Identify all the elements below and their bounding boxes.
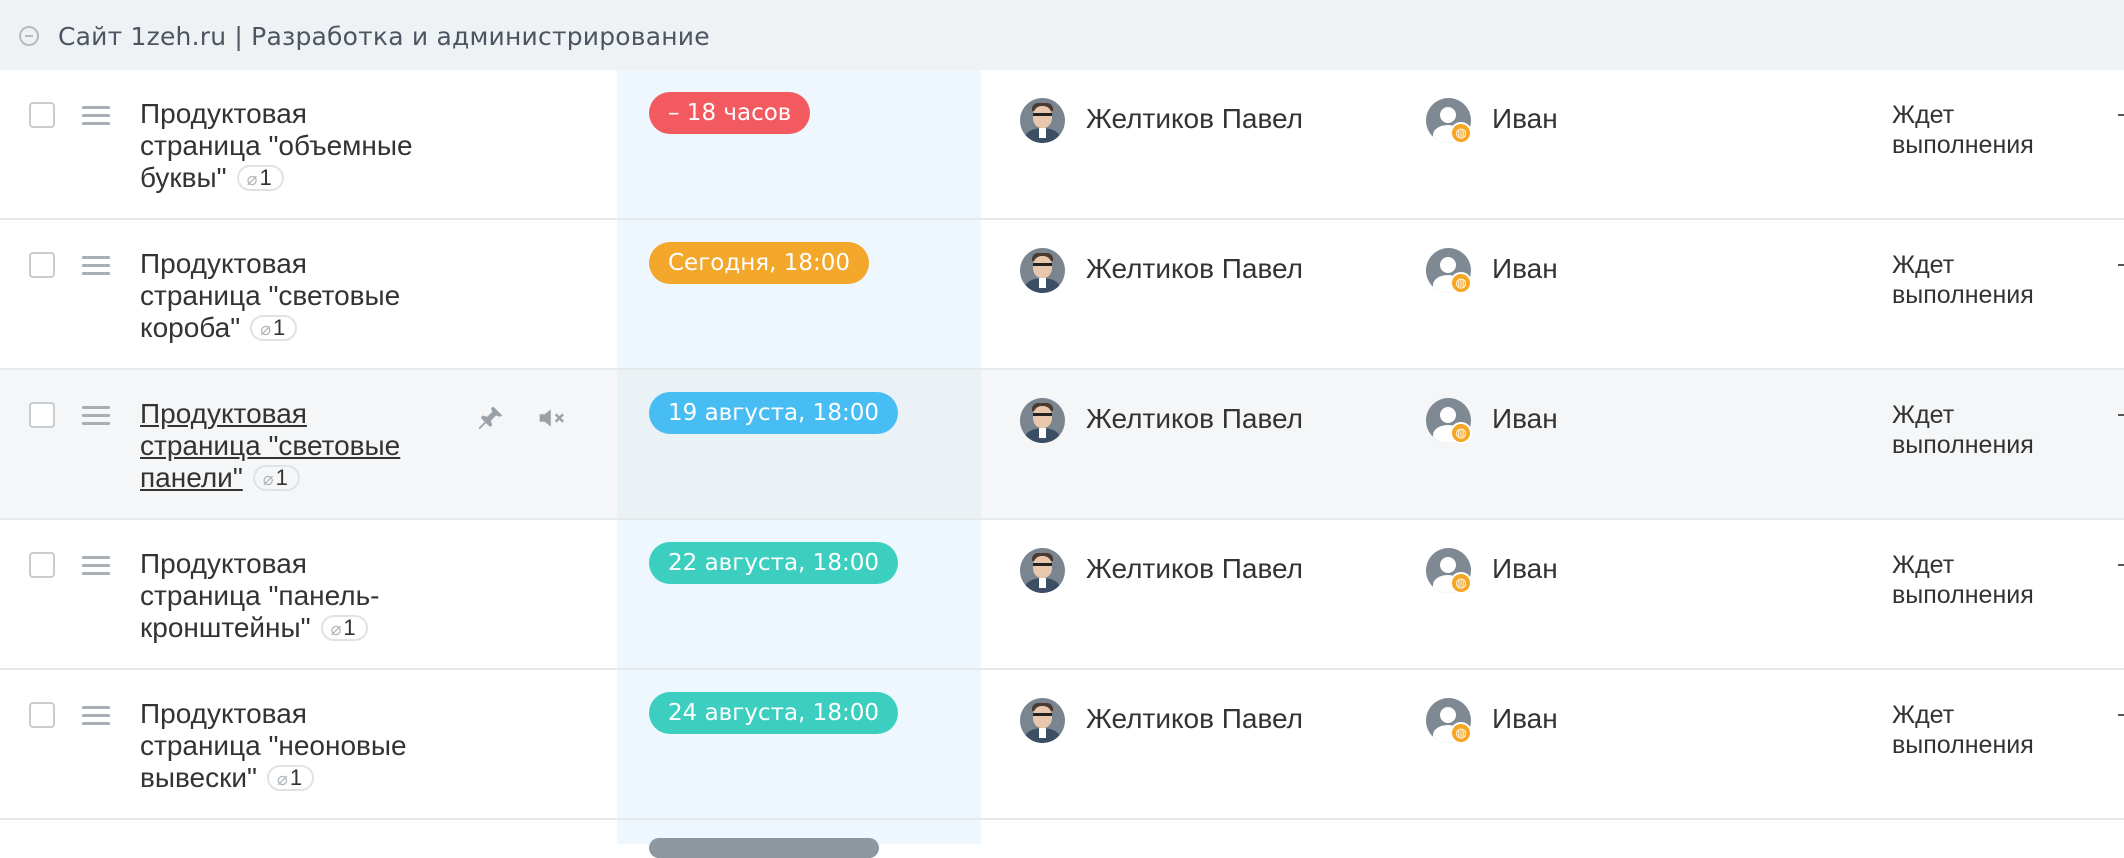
task-row[interactable]: Продуктовая страница "световые панели" ⌀1… bbox=[0, 370, 2124, 520]
deadline-badge-partial[interactable] bbox=[649, 838, 879, 858]
task-checkbox[interactable] bbox=[29, 402, 55, 428]
pin-icon[interactable] bbox=[476, 403, 506, 440]
attachment-counter[interactable]: ⌀1 bbox=[266, 765, 315, 791]
task-status: Ждет выполнения bbox=[1892, 701, 2034, 759]
task-checkbox[interactable] bbox=[29, 102, 55, 128]
paperclip-icon: ⌀ bbox=[276, 769, 288, 789]
paperclip-icon: ⌀ bbox=[330, 619, 342, 639]
edge-marker bbox=[2118, 564, 2124, 566]
task-title[interactable]: Продуктовая страница "световые панели" ⌀1 bbox=[140, 398, 420, 494]
drag-handle-icon[interactable] bbox=[82, 256, 110, 275]
task-checkbox[interactable] bbox=[29, 702, 55, 728]
task-title[interactable]: Продуктовая страница "панель-кронштейны"… bbox=[140, 548, 410, 644]
attachment-count: 1 bbox=[289, 765, 303, 790]
collapse-icon[interactable] bbox=[19, 26, 39, 46]
attachment-counter[interactable]: ⌀1 bbox=[236, 165, 284, 191]
task-status: Ждет выполнения bbox=[1892, 101, 2034, 159]
attachment-counter[interactable]: ⌀1 bbox=[252, 465, 300, 491]
attachment-count: 1 bbox=[275, 465, 288, 490]
group-header: Сайт 1zeh.ru | Разработка и администриро… bbox=[0, 0, 2124, 70]
edge-marker bbox=[2118, 414, 2124, 416]
task-status: Ждет выполнения bbox=[1892, 551, 2034, 609]
task-row[interactable]: Продуктовая страница "панель-кронштейны"… bbox=[0, 520, 2124, 670]
task-title[interactable]: Продуктовая страница "световые короба" ⌀1 bbox=[140, 248, 410, 344]
drag-handle-icon[interactable] bbox=[82, 706, 110, 725]
drag-handle-icon[interactable] bbox=[82, 406, 110, 425]
attachment-count: 1 bbox=[273, 315, 286, 340]
task-checkbox[interactable] bbox=[29, 252, 55, 278]
globe-icon: ◍ bbox=[1450, 122, 1472, 144]
assignee-name[interactable]: Желтиков Павел bbox=[1086, 403, 1303, 435]
assignee-name[interactable]: Желтиков Павел bbox=[1086, 703, 1303, 735]
creator-name[interactable]: Иван bbox=[1492, 253, 1558, 285]
assignee-avatar[interactable] bbox=[1020, 398, 1065, 443]
assignee-name[interactable]: Желтиков Павел bbox=[1086, 553, 1303, 585]
task-row[interactable]: Продуктовая страница "объемные буквы" ⌀1 … bbox=[0, 70, 2124, 220]
task-status: Ждет выполнения bbox=[1892, 251, 2034, 309]
paperclip-icon: ⌀ bbox=[246, 169, 258, 189]
assignee-name[interactable]: Желтиков Павел bbox=[1086, 103, 1303, 135]
creator-name[interactable]: Иван bbox=[1492, 703, 1558, 735]
drag-handle-icon[interactable] bbox=[82, 556, 110, 575]
deadline-badge[interactable]: – 18 часов bbox=[649, 92, 811, 134]
edge-marker bbox=[2118, 264, 2124, 266]
task-title[interactable]: Продуктовая страница "неоновые вывески" ⌀… bbox=[140, 698, 430, 794]
task-checkbox[interactable] bbox=[29, 552, 55, 578]
assignee-name[interactable]: Желтиков Павел bbox=[1086, 253, 1303, 285]
creator-name[interactable]: Иван bbox=[1492, 103, 1558, 135]
task-row[interactable]: Продуктовая страница "неоновые вывески" ⌀… bbox=[0, 670, 2124, 820]
edge-marker bbox=[2118, 714, 2124, 716]
assignee-avatar[interactable] bbox=[1020, 98, 1065, 143]
globe-icon: ◍ bbox=[1450, 572, 1472, 594]
deadline-badge[interactable]: 24 августа, 18:00 bbox=[649, 692, 898, 734]
creator-name[interactable]: Иван bbox=[1492, 553, 1558, 585]
globe-icon: ◍ bbox=[1450, 272, 1472, 294]
attachment-count: 1 bbox=[343, 615, 356, 640]
deadline-badge[interactable]: 19 августа, 18:00 bbox=[649, 392, 898, 434]
paperclip-icon: ⌀ bbox=[262, 469, 274, 489]
group-title[interactable]: Сайт 1zeh.ru | Разработка и администриро… bbox=[58, 22, 710, 51]
creator-name[interactable]: Иван bbox=[1492, 403, 1558, 435]
paperclip-icon: ⌀ bbox=[260, 319, 272, 339]
assignee-avatar[interactable] bbox=[1020, 248, 1065, 293]
assignee-avatar[interactable] bbox=[1020, 548, 1065, 593]
assignee-avatar[interactable] bbox=[1020, 698, 1065, 743]
mute-icon[interactable] bbox=[536, 403, 568, 440]
task-title[interactable]: Продуктовая страница "объемные буквы" ⌀1 bbox=[140, 98, 430, 194]
globe-icon: ◍ bbox=[1450, 722, 1472, 744]
attachment-counter[interactable]: ⌀1 bbox=[320, 615, 368, 641]
globe-icon: ◍ bbox=[1450, 422, 1472, 444]
deadline-badge[interactable]: Сегодня, 18:00 bbox=[649, 242, 870, 284]
task-row[interactable]: Продуктовая страница "световые короба" ⌀1… bbox=[0, 220, 2124, 370]
edge-marker bbox=[2118, 114, 2124, 116]
attachment-counter[interactable]: ⌀1 bbox=[250, 315, 298, 341]
task-status: Ждет выполнения bbox=[1892, 401, 2034, 459]
drag-handle-icon[interactable] bbox=[82, 106, 110, 125]
deadline-badge[interactable]: 22 августа, 18:00 bbox=[649, 542, 898, 584]
attachment-count: 1 bbox=[259, 165, 272, 190]
